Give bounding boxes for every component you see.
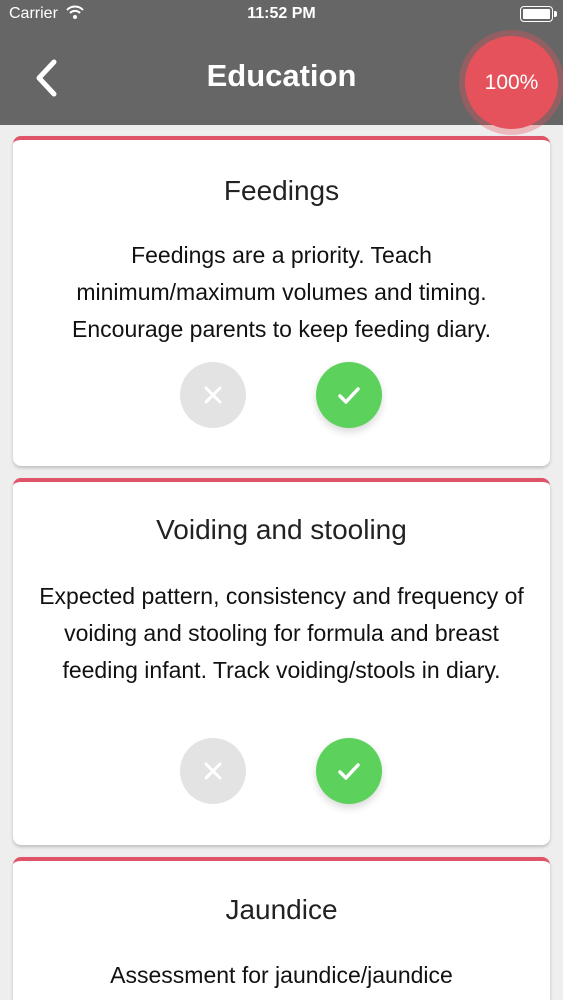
education-card-voiding: Voiding and stooling Expected pattern, c… [13, 478, 550, 845]
confirm-button[interactable] [316, 362, 382, 428]
battery-icon [520, 6, 557, 22]
status-time: 11:52 PM [247, 5, 316, 22]
progress-badge: 100% [465, 36, 558, 129]
progress-label: 100% [484, 70, 539, 94]
card-description: Expected pattern, consistency and freque… [39, 583, 524, 683]
x-icon [204, 762, 222, 780]
x-icon [204, 386, 222, 404]
status-bar: Carrier 11:52 PM [0, 0, 563, 30]
education-card-jaundice: Jaundice Assessment for jaundice/jaundic… [13, 857, 550, 1000]
card-description: Feedings are a priority. Teach minimum/m… [72, 242, 491, 342]
card-title: Feedings [223, 175, 340, 206]
education-card-feedings: Feedings Feedings are a priority. Teach … [13, 136, 550, 466]
check-icon [338, 387, 360, 404]
card-title: Voiding and stooling [156, 514, 407, 545]
confirm-button[interactable] [316, 738, 382, 804]
check-icon [338, 763, 360, 780]
dismiss-button[interactable] [180, 362, 246, 428]
card-title: Jaundice [225, 894, 338, 925]
dismiss-button[interactable] [180, 738, 246, 804]
card-description: Assessment for jaundice/jaundice [110, 962, 453, 988]
